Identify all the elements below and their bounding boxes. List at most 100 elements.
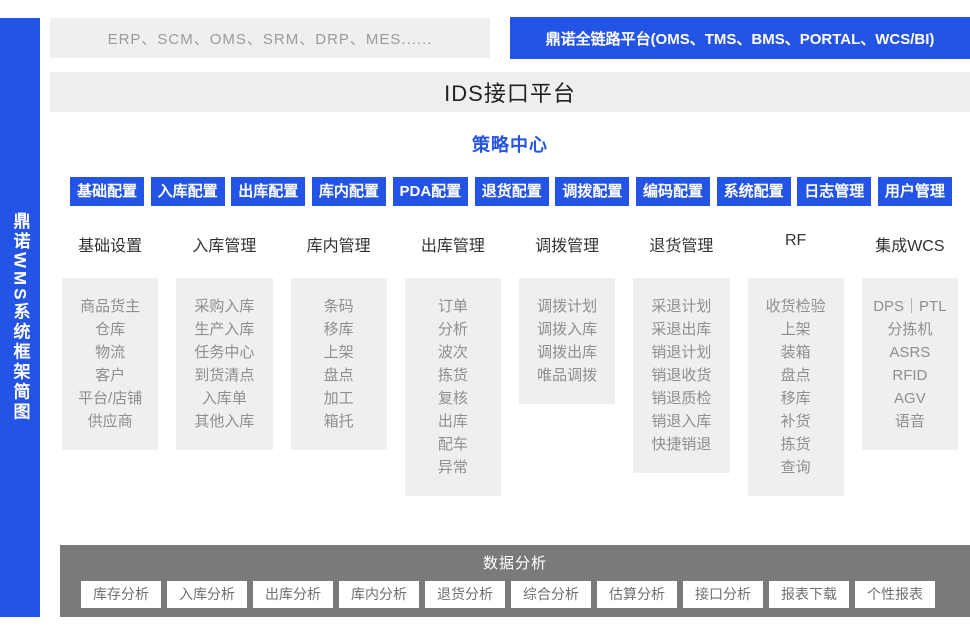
analysis-button-9[interactable]: 个性报表 — [855, 581, 935, 608]
modules-grid: 基础设置商品货主仓库物流客户平台/店铺供应商入库管理采购入库生产入库任务中心到货… — [50, 232, 970, 496]
platform-box: 鼎诺全链路平台(OMS、TMS、BMS、PORTAL、WCS/BI) — [510, 17, 970, 59]
module-item: 查询 — [750, 456, 842, 479]
analysis-button-4[interactable]: 退货分析 — [425, 581, 505, 608]
module-item: 商品货主 — [64, 295, 156, 318]
config-button-5[interactable]: 退货配置 — [475, 177, 549, 206]
module-item: 生产入库 — [178, 318, 270, 341]
strategy-center-label: 策略中心 — [50, 131, 970, 157]
module-column-0: 基础设置商品货主仓库物流客户平台/店铺供应商 — [62, 232, 158, 496]
module-item: 加工 — [293, 387, 385, 410]
module-item: 补货 — [750, 410, 842, 433]
module-title: 调拨管理 — [519, 232, 615, 253]
analysis-button-1[interactable]: 入库分析 — [167, 581, 247, 608]
module-column-2: 库内管理条码移库上架盘点加工箱托 — [291, 232, 387, 496]
config-button-2[interactable]: 出库配置 — [231, 177, 305, 206]
diagram-title-vertical: 鼎诺WMS系统框架简图 — [8, 212, 33, 423]
config-button-10[interactable]: 用户管理 — [878, 177, 952, 206]
module-item: 快捷销退 — [635, 433, 727, 456]
module-item: 条码 — [293, 295, 385, 318]
config-button-8[interactable]: 系统配置 — [717, 177, 791, 206]
module-item: 拣货 — [750, 433, 842, 456]
module-item: 销退计划 — [635, 341, 727, 364]
module-item: 其他入库 — [178, 410, 270, 433]
module-item: 物流 — [64, 341, 156, 364]
module-box: 条码移库上架盘点加工箱托 — [291, 278, 387, 450]
analysis-button-3[interactable]: 库内分析 — [339, 581, 419, 608]
module-item: 拣货 — [407, 364, 499, 387]
module-item: 分析 — [407, 318, 499, 341]
main-content: ERP、SCM、OMS、SRM、DRP、MES...... 鼎诺全链路平台(OM… — [50, 18, 970, 636]
module-column-6: RF 收货检验上架装箱盘点移库补货拣货查询 — [748, 232, 844, 496]
module-title: 出库管理 — [405, 232, 501, 253]
module-title: 库内管理 — [291, 232, 387, 253]
module-item: 箱托 — [293, 410, 385, 433]
module-column-4: 调拨管理调拨计划调拨入库调拨出库唯品调拨 — [519, 232, 615, 496]
module-item: 分拣机 — [864, 318, 956, 341]
module-item: 语音 — [864, 410, 956, 433]
config-button-3[interactable]: 库内配置 — [312, 177, 386, 206]
module-item: 调拨计划 — [521, 295, 613, 318]
config-button-4[interactable]: PDA配置 — [393, 177, 469, 206]
module-column-3: 出库管理订单分析波次拣货复核出库配车异常 — [405, 232, 501, 496]
module-item: 波次 — [407, 341, 499, 364]
module-item: 出库 — [407, 410, 499, 433]
data-analysis-button-row: 库存分析入库分析出库分析库内分析退货分析综合分析估算分析接口分析报表下载个性报表 — [60, 581, 970, 608]
module-box: DPS｜PTL分拣机ASRSRFIDAGV语音 — [862, 278, 958, 450]
module-item: 装箱 — [750, 341, 842, 364]
module-item: 客户 — [64, 364, 156, 387]
module-item: 平台/店铺 — [64, 387, 156, 410]
module-item: 采退出库 — [635, 318, 727, 341]
module-item: 移库 — [293, 318, 385, 341]
external-systems-box: ERP、SCM、OMS、SRM、DRP、MES...... — [50, 18, 490, 58]
module-item: DPS｜PTL — [864, 295, 956, 318]
module-title: 退货管理 — [633, 232, 729, 253]
config-button-6[interactable]: 调拨配置 — [555, 177, 629, 206]
module-box: 调拨计划调拨入库调拨出库唯品调拨 — [519, 278, 615, 404]
module-item: 配车 — [407, 433, 499, 456]
module-item: 复核 — [407, 387, 499, 410]
analysis-button-8[interactable]: 报表下载 — [769, 581, 849, 608]
module-item: 采购入库 — [178, 295, 270, 318]
module-column-5: 退货管理采退计划采退出库销退计划销退收货销退质检销退入库快捷销退 — [633, 232, 729, 496]
module-item: 订单 — [407, 295, 499, 318]
module-item: 异常 — [407, 456, 499, 479]
analysis-button-6[interactable]: 估算分析 — [597, 581, 677, 608]
data-analysis-title: 数据分析 — [60, 545, 970, 573]
module-item: 收货检验 — [750, 295, 842, 318]
module-item: 调拨入库 — [521, 318, 613, 341]
analysis-button-5[interactable]: 综合分析 — [511, 581, 591, 608]
module-item: 移库 — [750, 387, 842, 410]
module-box: 收货检验上架装箱盘点移库补货拣货查询 — [748, 278, 844, 496]
module-item: 采退计划 — [635, 295, 727, 318]
module-box: 商品货主仓库物流客户平台/店铺供应商 — [62, 278, 158, 450]
config-button-0[interactable]: 基础配置 — [70, 177, 144, 206]
data-analysis-bar: 数据分析 库存分析入库分析出库分析库内分析退货分析综合分析估算分析接口分析报表下… — [60, 545, 970, 617]
analysis-button-0[interactable]: 库存分析 — [81, 581, 161, 608]
top-row: ERP、SCM、OMS、SRM、DRP、MES...... 鼎诺全链路平台(OM… — [50, 18, 970, 59]
module-item: 仓库 — [64, 318, 156, 341]
module-item: 销退质检 — [635, 387, 727, 410]
module-item: 上架 — [750, 318, 842, 341]
module-item: 任务中心 — [178, 341, 270, 364]
module-item: 盘点 — [750, 364, 842, 387]
module-box: 采退计划采退出库销退计划销退收货销退质检销退入库快捷销退 — [633, 278, 729, 473]
module-item: 调拨出库 — [521, 341, 613, 364]
module-item: 上架 — [293, 341, 385, 364]
analysis-button-7[interactable]: 接口分析 — [683, 581, 763, 608]
module-title: RF — [748, 232, 844, 253]
module-item: 销退入库 — [635, 410, 727, 433]
config-button-1[interactable]: 入库配置 — [151, 177, 225, 206]
module-title: 基础设置 — [62, 232, 158, 253]
module-item: 唯品调拨 — [521, 364, 613, 387]
left-title-bar: 鼎诺WMS系统框架简图 — [0, 18, 40, 617]
ids-interface-bar: IDS接口平台 — [50, 72, 970, 112]
config-button-9[interactable]: 日志管理 — [797, 177, 871, 206]
module-item: 盘点 — [293, 364, 385, 387]
module-item: 销退收货 — [635, 364, 727, 387]
config-button-7[interactable]: 编码配置 — [636, 177, 710, 206]
config-button-row: 基础配置入库配置出库配置库内配置PDA配置退货配置调拨配置编码配置系统配置日志管… — [50, 177, 970, 206]
analysis-button-2[interactable]: 出库分析 — [253, 581, 333, 608]
module-title: 入库管理 — [176, 232, 272, 253]
module-item: 到货清点 — [178, 364, 270, 387]
module-item: AGV — [864, 387, 956, 410]
